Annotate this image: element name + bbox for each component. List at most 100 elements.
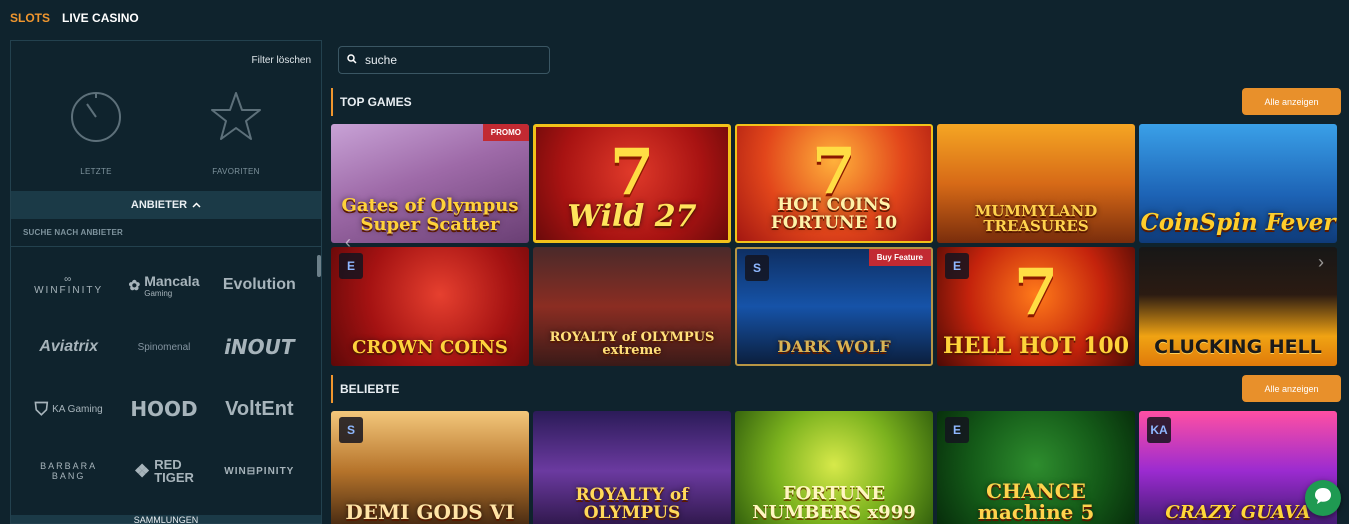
game-title: ROYALTY of OLYMPUS — [575, 485, 689, 524]
game-title: CROWN COINS — [352, 337, 508, 359]
providers-heading: ANBIETER — [130, 199, 188, 211]
show-all-button[interactable]: Alle anzeigen — [1242, 375, 1341, 402]
buy-feature-badge: Buy Feature — [868, 249, 931, 266]
search-input[interactable] — [365, 53, 545, 67]
game-title: CoinSpin Fever — [1140, 208, 1336, 236]
game-tile[interactable]: CLUCKING HELL — [1139, 247, 1337, 366]
game-title: MUMMYLAND TREASURES — [974, 201, 1098, 236]
provider-spinomenal[interactable]: Spinomenal — [116, 331, 211, 363]
provider-label: WIN⊟PINITY — [224, 465, 295, 477]
game-title: HOT COINS FORTUNE 10 — [770, 195, 898, 234]
provider-mancala[interactable]: ✿ Mancala Gaming — [116, 269, 211, 301]
game-tile[interactable]: S DEMI GODS VI — [331, 411, 529, 524]
provider-evolution[interactable]: Evolution — [212, 269, 307, 301]
ka-logo-icon: ⛉ — [34, 398, 49, 419]
provider-label: WINFINITY — [34, 285, 104, 296]
providers-toggle[interactable]: ANBIETER — [11, 191, 321, 219]
collections-toggle[interactable]: SAMMLUNGEN — [11, 515, 321, 523]
tab-live-casino[interactable]: LIVE CASINO — [62, 11, 139, 25]
game-art: 7 — [1013, 255, 1059, 330]
tiger-icon: ❖ — [134, 460, 151, 481]
provider-label: Evolution — [222, 276, 296, 293]
recent-filter[interactable]: LETZTE — [51, 89, 141, 176]
provider-tag: S — [339, 417, 363, 443]
provider-label: VoltEnt — [225, 397, 294, 420]
game-tile[interactable]: S Buy Feature DARK WOLF — [735, 247, 933, 366]
carousel-prev-icon[interactable]: ‹ — [345, 232, 351, 253]
game-tile[interactable]: FORTUNE NUMBERS x999 — [735, 411, 933, 524]
provider-sublabel: Gaming — [144, 288, 173, 298]
game-title: DEMI GODS VI — [345, 500, 515, 524]
game-title: Gates of Olympus Super Scatter — [341, 195, 519, 236]
game-tile[interactable]: E CHANCE machine 5 — [937, 411, 1135, 524]
provider-label: Aviatrix — [39, 338, 99, 355]
show-all-button[interactable]: Alle anzeigen — [1242, 88, 1341, 115]
provider-tag: KA — [1147, 417, 1171, 443]
provider-label: Spinomenal — [137, 341, 191, 353]
chevron-up-icon — [192, 199, 201, 211]
favorites-label: FAVORITEN — [212, 167, 260, 176]
provider-tag: E — [339, 253, 363, 279]
provider-sublabel: BANG — [51, 471, 86, 481]
provider-tag: E — [945, 253, 969, 279]
promo-badge: PROMO — [482, 124, 529, 141]
provider-red-tiger[interactable]: ❖ RED TIGER — [116, 455, 211, 487]
provider-barbara-bang[interactable]: BARBARA BANG — [21, 455, 116, 487]
game-title: CRAZY GUAVA — [1165, 502, 1311, 524]
search-icon — [347, 51, 357, 69]
carousel-next-icon[interactable]: › — [1318, 252, 1324, 273]
game-tile[interactable]: 7 Wild 27 — [533, 124, 731, 243]
game-tile[interactable]: E CROWN COINS — [331, 247, 529, 366]
game-title: Wild 27 — [567, 198, 697, 234]
provider-scrollbar[interactable] — [317, 255, 321, 277]
top-games-grid: PROMO Gates of Olympus Super Scatter 7 W… — [331, 124, 1341, 366]
game-search — [338, 46, 550, 74]
provider-aviatrix[interactable]: Aviatrix — [21, 331, 116, 363]
game-tile[interactable]: ROYALTY of OLYMPUS — [533, 411, 731, 524]
provider-the-hood[interactable]: HOOD — [116, 393, 211, 425]
game-tile[interactable]: E 7 HELL HOT 100 — [937, 247, 1135, 366]
provider-list: ∞ WINFINITY ✿ Mancala Gaming Evolution A… — [11, 246, 321, 508]
game-tile[interactable]: CoinSpin Fever — [1139, 124, 1337, 243]
provider-label: KA Gaming — [52, 403, 103, 415]
game-title: CHANCE machine 5 — [977, 479, 1095, 524]
top-nav: SLOTS LIVE CASINO — [10, 11, 139, 25]
chat-bubble-icon — [1313, 486, 1333, 511]
infinity-icon: ∞ — [64, 274, 74, 285]
provider-label: iNOUT — [224, 335, 295, 359]
game-title: DARK WOLF — [777, 337, 891, 357]
providers-search-label[interactable]: SUCHE NACH ANBIETER — [23, 228, 123, 237]
filter-clear-link[interactable]: Filter löschen — [252, 55, 311, 66]
chat-button[interactable] — [1305, 480, 1341, 516]
star-icon — [208, 89, 264, 145]
provider-winfinity[interactable]: ∞ WINFINITY — [21, 269, 116, 301]
game-title: ROYALTY of OLYMPUS extreme — [549, 329, 715, 359]
filter-sidebar: Filter löschen LETZTE FAVORITEN ANBIETER… — [10, 40, 322, 524]
popular-header: BELIEBTE Alle anzeigen — [331, 375, 1341, 403]
provider-ka-gaming[interactable]: ⛉ KA Gaming — [21, 393, 116, 425]
collections-heading: SAMMLUNGEN — [133, 515, 199, 523]
section-title: BELIEBTE — [340, 382, 400, 396]
clock-icon — [68, 89, 124, 145]
tab-slots[interactable]: SLOTS — [10, 11, 50, 25]
top-games-header: TOP GAMES Alle anzeigen — [331, 88, 1341, 116]
game-tile[interactable]: ROYALTY of OLYMPUS extreme — [533, 247, 731, 366]
provider-voltent[interactable]: VoltEnt — [212, 393, 307, 425]
provider-sublabel: TIGER — [154, 470, 194, 485]
provider-inout[interactable]: iNOUT — [212, 331, 307, 363]
game-tile[interactable]: PROMO Gates of Olympus Super Scatter — [331, 124, 529, 243]
section-title: TOP GAMES — [340, 95, 412, 109]
game-title: CLUCKING HELL — [1154, 336, 1322, 359]
game-title: HELL HOT 100 — [942, 332, 1130, 359]
provider-label: HOOD — [130, 397, 198, 421]
provider-tag: S — [745, 255, 769, 281]
game-title: FORTUNE NUMBERS x999 — [752, 483, 916, 524]
game-tile[interactable]: MUMMYLAND TREASURES — [937, 124, 1135, 243]
provider-winfinity-alt[interactable]: WIN⊟PINITY — [212, 455, 307, 487]
mancala-logo-icon: ✿ — [128, 276, 141, 293]
game-tile[interactable]: 7 HOT COINS FORTUNE 10 — [735, 124, 933, 243]
popular-grid: S DEMI GODS VI ROYALTY of OLYMPUS FORTUN… — [331, 411, 1341, 524]
recent-label: LETZTE — [80, 167, 112, 176]
favorites-filter[interactable]: FAVORITEN — [191, 89, 281, 176]
provider-label: Mancala — [144, 272, 200, 289]
